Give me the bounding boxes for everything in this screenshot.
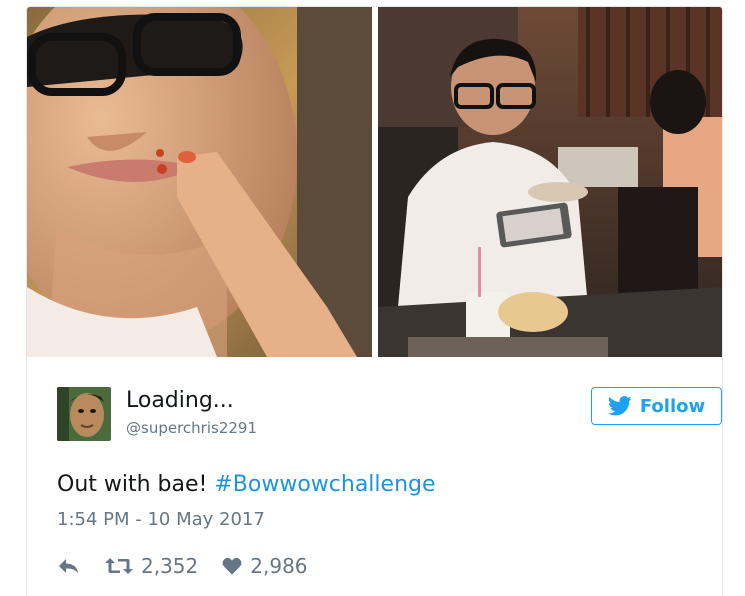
follow-label: Follow [639,395,706,417]
retweet-count: 2,352 [141,554,199,578]
reply-button[interactable] [57,556,81,576]
tweet-card: Loading... @superchris2291 Follow Out wi… [26,6,723,596]
heart-icon [222,557,242,575]
tweet-body: Out with bae! [57,472,208,497]
hashtag-link[interactable]: #Bowwowchallenge [214,472,435,497]
reply-icon [59,559,78,573]
twitter-bird-icon [607,396,632,416]
tweet-header: Loading... @superchris2291 Follow [57,387,722,447]
restaurant-photo [378,7,722,357]
tweet-photo-right[interactable] [378,7,722,357]
author-display-name[interactable]: Loading... [126,388,234,413]
tweet-text: Out with bae! #Bowwowchallenge [57,472,436,497]
like-count: 2,986 [250,554,308,578]
author-handle[interactable]: @superchris2291 [126,419,257,437]
follow-button[interactable]: Follow [591,387,722,425]
retweet-icon [105,558,133,574]
retweet-button[interactable]: 2,352 [105,554,198,578]
tweet-actions: 2,352 2,986 [57,552,308,580]
selfie-photo [27,7,372,357]
avatar[interactable] [57,387,111,441]
tweet-photo-left[interactable] [27,7,372,357]
avatar-face-image [57,387,111,441]
like-button[interactable]: 2,986 [222,554,308,578]
tweet-timestamp[interactable]: 1:54 PM - 10 May 2017 [57,509,265,530]
